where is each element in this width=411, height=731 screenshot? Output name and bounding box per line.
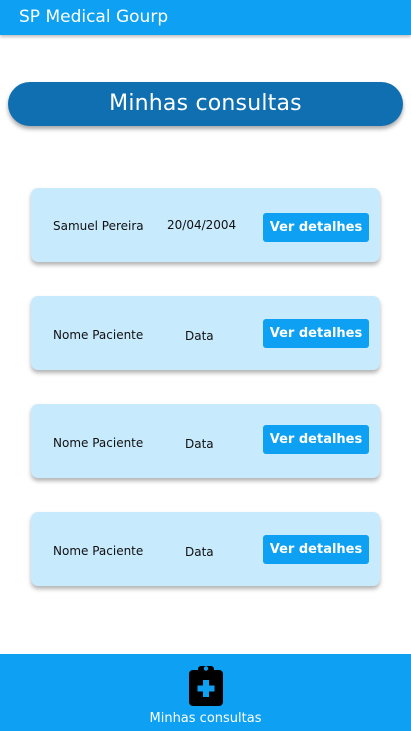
consulta-card: Nome Paciente Data Ver detalhes — [31, 296, 380, 370]
consulta-card: Samuel Pereira 20/04/2004 Ver detalhes — [31, 188, 380, 262]
ver-detalhes-button[interactable]: Ver detalhes — [263, 535, 369, 564]
consulta-card: Nome Paciente Data Ver detalhes — [31, 404, 380, 478]
nav-item-minhas-consultas[interactable]: Minhas consultas — [130, 654, 281, 731]
ver-detalhes-button[interactable]: Ver detalhes — [263, 319, 369, 348]
bottom-navigation: Minhas consultas — [0, 654, 411, 731]
ver-detalhes-button[interactable]: Ver detalhes — [263, 425, 369, 454]
nav-item-label: Minhas consultas — [149, 711, 262, 726]
patient-name: Nome Paciente — [53, 328, 144, 342]
clipboard-medical-icon — [189, 666, 223, 706]
page-title-banner: Minhas consultas — [8, 82, 403, 126]
patient-name: Samuel Pereira — [53, 219, 144, 233]
patient-name: Nome Paciente — [53, 544, 144, 558]
consulta-date: Data — [185, 437, 214, 451]
ver-detalhes-button[interactable]: Ver detalhes — [263, 213, 369, 242]
page-title: Minhas consultas — [109, 91, 302, 116]
consulta-card: Nome Paciente Data Ver detalhes — [31, 512, 380, 586]
consulta-date: Data — [185, 545, 214, 559]
app-bar: SP Medical Gourp — [0, 0, 411, 35]
consulta-date: Data — [185, 329, 214, 343]
app-title: SP Medical Gourp — [19, 7, 169, 27]
patient-name: Nome Paciente — [53, 436, 144, 450]
consulta-date: 20/04/2004 — [167, 218, 237, 232]
